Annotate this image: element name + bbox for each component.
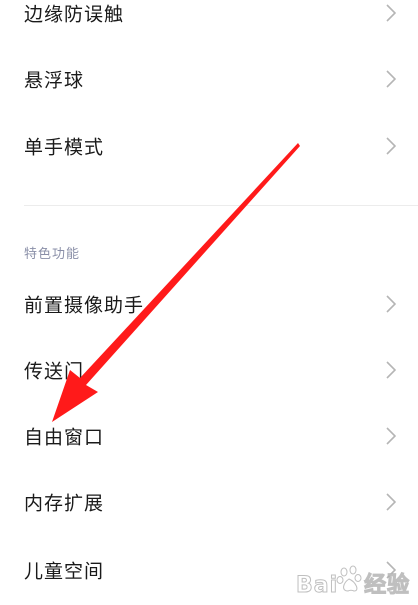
settings-item-front-camera-assistant[interactable]: 前置摄像助手 bbox=[0, 271, 418, 337]
settings-item-memory-expansion[interactable]: 内存扩展 bbox=[0, 469, 418, 535]
chevron-right-icon bbox=[386, 137, 396, 155]
section-divider bbox=[24, 205, 418, 206]
settings-item-kids-space[interactable]: 儿童空间 bbox=[0, 537, 418, 603]
settings-screen: 边缘防误触 悬浮球 单手模式 特色功能 前置摄像助手 传送门 自由窗口 内存扩展… bbox=[0, 0, 418, 605]
settings-item-edge-touch-prevention[interactable]: 边缘防误触 bbox=[0, 0, 418, 46]
chevron-right-icon bbox=[386, 295, 396, 313]
settings-item-label: 前置摄像助手 bbox=[24, 294, 145, 317]
settings-item-label: 传送门 bbox=[24, 360, 85, 383]
chevron-right-icon bbox=[386, 561, 396, 579]
settings-item-free-window[interactable]: 自由窗口 bbox=[0, 403, 418, 469]
settings-item-label: 内存扩展 bbox=[24, 492, 105, 515]
section-header-features: 特色功能 bbox=[24, 247, 81, 262]
settings-item-one-hand-mode[interactable]: 单手模式 bbox=[0, 113, 418, 179]
settings-item-label: 儿童空间 bbox=[24, 560, 105, 583]
settings-item-portal[interactable]: 传送门 bbox=[0, 337, 418, 403]
settings-item-label: 悬浮球 bbox=[24, 69, 85, 92]
chevron-right-icon bbox=[386, 493, 396, 511]
chevron-right-icon bbox=[386, 427, 396, 445]
chevron-right-icon bbox=[386, 361, 396, 379]
settings-item-floating-ball[interactable]: 悬浮球 bbox=[0, 46, 418, 112]
settings-item-label: 单手模式 bbox=[24, 136, 105, 159]
settings-item-label: 边缘防误触 bbox=[24, 3, 125, 26]
chevron-right-icon bbox=[386, 4, 396, 22]
settings-item-label: 自由窗口 bbox=[24, 426, 105, 449]
chevron-right-icon bbox=[386, 70, 396, 88]
